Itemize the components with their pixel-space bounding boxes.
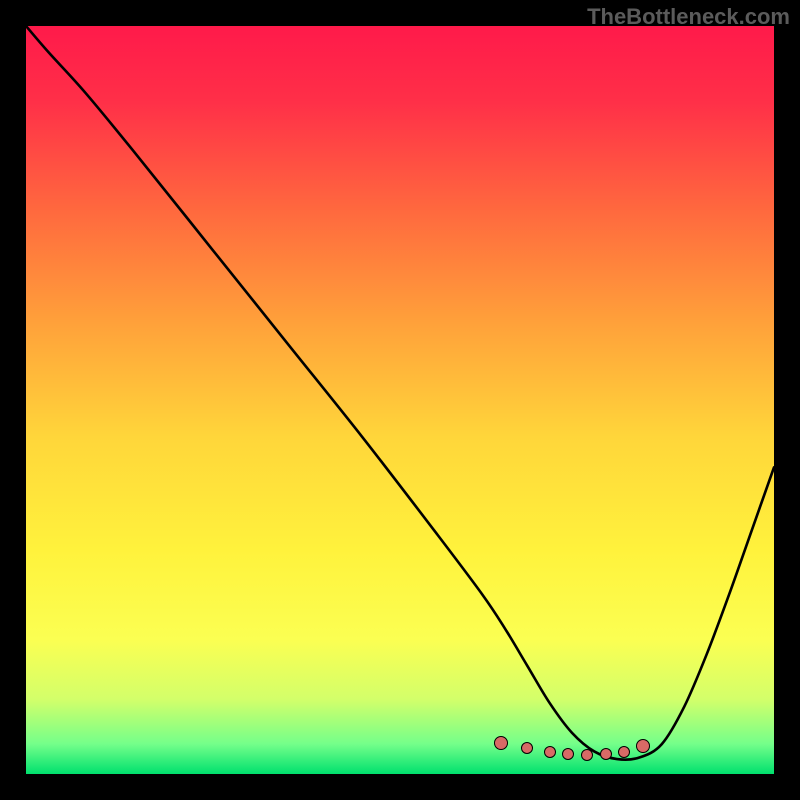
data-dot — [600, 748, 612, 760]
data-dot — [618, 746, 630, 758]
curve-layer — [26, 26, 774, 774]
data-dot — [562, 748, 574, 760]
chart-container: TheBottleneck.com — [0, 0, 800, 800]
data-dot — [494, 736, 508, 750]
plot-area — [26, 26, 774, 774]
watermark-text: TheBottleneck.com — [587, 4, 790, 30]
bottleneck-curve — [26, 26, 774, 760]
data-dot — [521, 742, 533, 754]
data-dot — [636, 739, 650, 753]
data-dot — [581, 749, 593, 761]
data-dot — [544, 746, 556, 758]
